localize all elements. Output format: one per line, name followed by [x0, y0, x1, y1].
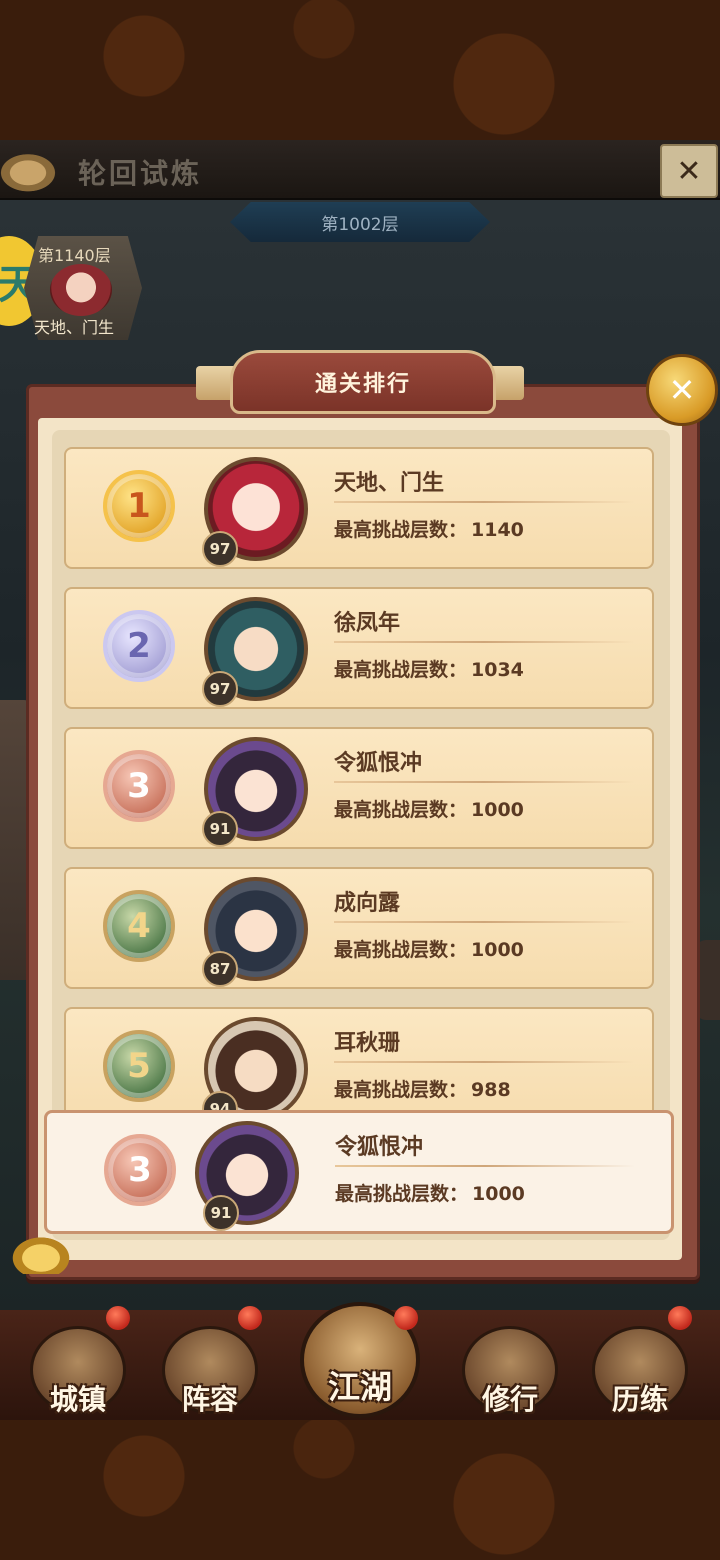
- row-divider: [335, 1165, 635, 1167]
- score-text: 最高挑战层数： 1000: [334, 939, 524, 961]
- close-button[interactable]: ✕: [660, 144, 718, 198]
- nav-jianghu-label: 江湖: [327, 1368, 392, 1406]
- player-name: 天地、门生: [334, 471, 445, 496]
- level-badge: 97: [202, 531, 238, 567]
- score-text: 最高挑战层数： 988: [334, 1079, 511, 1101]
- level-badge: 87: [202, 951, 238, 987]
- bottom-decorative-frame: [0, 1420, 720, 1560]
- medal-icon-rank-3: 3: [96, 743, 182, 829]
- row-divider: [334, 921, 634, 923]
- player-name: 令狐恨冲: [334, 751, 423, 776]
- current-floor-banner: 第1002层: [230, 202, 490, 242]
- ranking-row[interactable]: 2 97 徐凤年 最高挑战层数： 1034: [64, 587, 654, 709]
- score-value: 1000: [471, 939, 524, 961]
- title-bar: 轮回试炼 ✕: [0, 140, 720, 200]
- score-value: 1034: [471, 659, 524, 681]
- close-icon: ✕: [668, 371, 696, 409]
- player-name: 徐凤年: [334, 611, 401, 636]
- score-text: 最高挑战层数： 1000: [334, 799, 524, 821]
- ranking-row[interactable]: 4 87 成向露 最高挑战层数： 1000: [64, 867, 654, 989]
- ranking-row[interactable]: 1 97 天地、门生 最高挑战层数： 1140: [64, 447, 654, 569]
- level-badge: 91: [202, 811, 238, 847]
- my-ranking-row[interactable]: 3 91 令狐恨冲 最高挑战层数： 1000: [44, 1110, 674, 1234]
- player-floor-label: 第1140层: [38, 246, 111, 265]
- score-value: 1000: [472, 1183, 525, 1205]
- gold-ornament-icon: [8, 1234, 74, 1274]
- score-value: 988: [471, 1079, 511, 1101]
- player-name: 令狐恨冲: [335, 1135, 424, 1160]
- medal-icon-rank-1: 1: [96, 463, 182, 549]
- score-text: 最高挑战层数： 1140: [334, 519, 524, 541]
- medal-icon-rank-2: 2: [96, 603, 182, 689]
- panel-title: 通关排行: [230, 350, 496, 414]
- notification-dot: [106, 1306, 130, 1330]
- level-badge: 91: [203, 1195, 239, 1231]
- row-divider: [334, 1061, 634, 1063]
- level-badge: 97: [202, 671, 238, 707]
- medal-icon-rank-5: 5: [96, 1023, 182, 1109]
- nav-town-label: 城镇: [49, 1383, 106, 1416]
- notification-dot: [668, 1306, 692, 1330]
- close-icon: ✕: [676, 153, 702, 189]
- nav-experience-label: 历练: [611, 1383, 668, 1416]
- nav-lineup-label: 阵容: [181, 1383, 238, 1416]
- medal-icon-rank-4: 4: [96, 883, 182, 969]
- player-name: 耳秋珊: [334, 1031, 401, 1056]
- cloud-ornament-icon: [0, 144, 70, 192]
- notification-dot: [238, 1306, 262, 1330]
- score-value: 1140: [471, 519, 524, 541]
- notification-dot: [394, 1306, 418, 1330]
- player-avatar: [50, 264, 112, 316]
- score-value: 1000: [471, 799, 524, 821]
- page-title: 轮回试炼: [78, 157, 203, 190]
- score-text: 最高挑战层数： 1000: [335, 1183, 525, 1205]
- ranking-row[interactable]: 3 91 令狐恨冲 最高挑战层数： 1000: [64, 727, 654, 849]
- nav-training-label: 修行: [481, 1383, 538, 1416]
- row-divider: [334, 781, 634, 783]
- panel-close-button[interactable]: ✕: [646, 354, 718, 426]
- score-text: 最高挑战层数： 1034: [334, 659, 524, 681]
- row-divider: [334, 641, 634, 643]
- player-name: 成向露: [334, 891, 401, 916]
- player-name: 天地、门生: [34, 318, 115, 337]
- medal-icon-rank-3: 3: [97, 1127, 183, 1213]
- row-divider: [334, 501, 634, 503]
- top-decorative-frame: [0, 0, 720, 140]
